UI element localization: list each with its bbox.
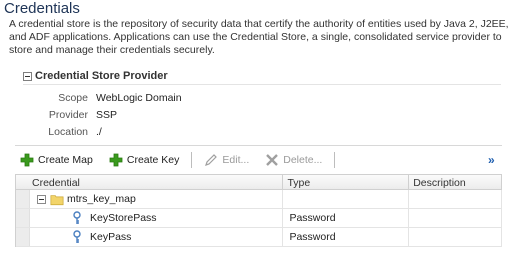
toolbar-separator	[334, 152, 336, 168]
property-row-scope: Scope WebLogic Domain	[30, 90, 182, 107]
toolbar-divider	[15, 145, 502, 146]
type-cell	[283, 190, 410, 208]
property-value: ./	[96, 126, 102, 138]
property-row-location: Location ./	[30, 124, 182, 141]
create-key-button[interactable]: Create Key	[109, 153, 180, 167]
collapse-icon[interactable]	[37, 194, 46, 204]
column-header-description[interactable]: Description	[409, 175, 502, 189]
page-description: A credential store is the repository of …	[9, 18, 509, 56]
row-selector[interactable]	[16, 228, 30, 246]
description-cell	[409, 190, 502, 208]
credential-store-provider-header[interactable]: Credential Store Provider	[23, 68, 168, 84]
table-header: Credential Type Description	[16, 174, 502, 190]
collapse-icon[interactable]	[23, 71, 32, 81]
delete-x-icon	[265, 153, 279, 167]
description-cell	[409, 228, 502, 246]
table-row[interactable]: mtrs_key_map	[16, 190, 502, 209]
section-title: Credential Store Provider	[35, 70, 168, 82]
edit-button[interactable]: Edit...	[204, 153, 249, 167]
type-cell: Password	[283, 228, 410, 246]
delete-button[interactable]: Delete...	[265, 153, 322, 167]
toolbar-overflow-button[interactable]: »	[488, 153, 495, 167]
create-map-button[interactable]: Create Map	[20, 153, 93, 167]
provider-properties: Scope WebLogic Domain Provider SSP Locat…	[30, 90, 182, 141]
credential-cell: mtrs_key_map	[16, 190, 284, 208]
property-label: Scope	[58, 92, 88, 104]
description-cell	[409, 209, 502, 227]
property-value: WebLogic Domain	[96, 92, 182, 104]
key-icon	[70, 211, 84, 225]
credential-name: KeyPass	[90, 230, 132, 243]
credential-cell: KeyStorePass	[16, 209, 284, 227]
type-cell: Password	[283, 209, 410, 227]
property-label: Provider	[48, 109, 88, 121]
add-icon	[20, 153, 34, 167]
column-header-credential[interactable]: Credential	[16, 175, 284, 189]
delete-label: Delete...	[283, 154, 323, 166]
column-header-type[interactable]: Type	[283, 175, 410, 189]
table-row[interactable]: KeyPass Password	[16, 228, 502, 247]
property-row-provider: Provider SSP	[30, 107, 182, 124]
credential-cell: KeyPass	[16, 228, 284, 246]
property-label: Location	[48, 126, 88, 138]
row-selector[interactable]	[16, 190, 30, 208]
credentials-toolbar: Create Map Create Key Edit... Delete...	[20, 148, 347, 172]
table-row[interactable]: KeyStorePass Password	[16, 209, 502, 228]
property-value: SSP	[96, 109, 118, 121]
edit-label: Edit...	[222, 154, 250, 166]
toolbar-separator	[191, 152, 193, 168]
credentials-table: Credential Type Description mtrs_key_map…	[15, 174, 502, 247]
page-title: Credentials	[4, 0, 80, 17]
credential-name: mtrs_key_map	[67, 192, 136, 205]
credential-name: KeyStorePass	[90, 211, 157, 224]
create-key-label: Create Key	[126, 154, 180, 166]
section-divider	[23, 84, 501, 85]
key-icon	[70, 230, 84, 244]
pencil-icon	[204, 153, 218, 167]
add-icon	[109, 153, 123, 167]
row-selector[interactable]	[16, 209, 30, 227]
folder-icon	[50, 192, 64, 206]
create-map-label: Create Map	[38, 154, 93, 166]
